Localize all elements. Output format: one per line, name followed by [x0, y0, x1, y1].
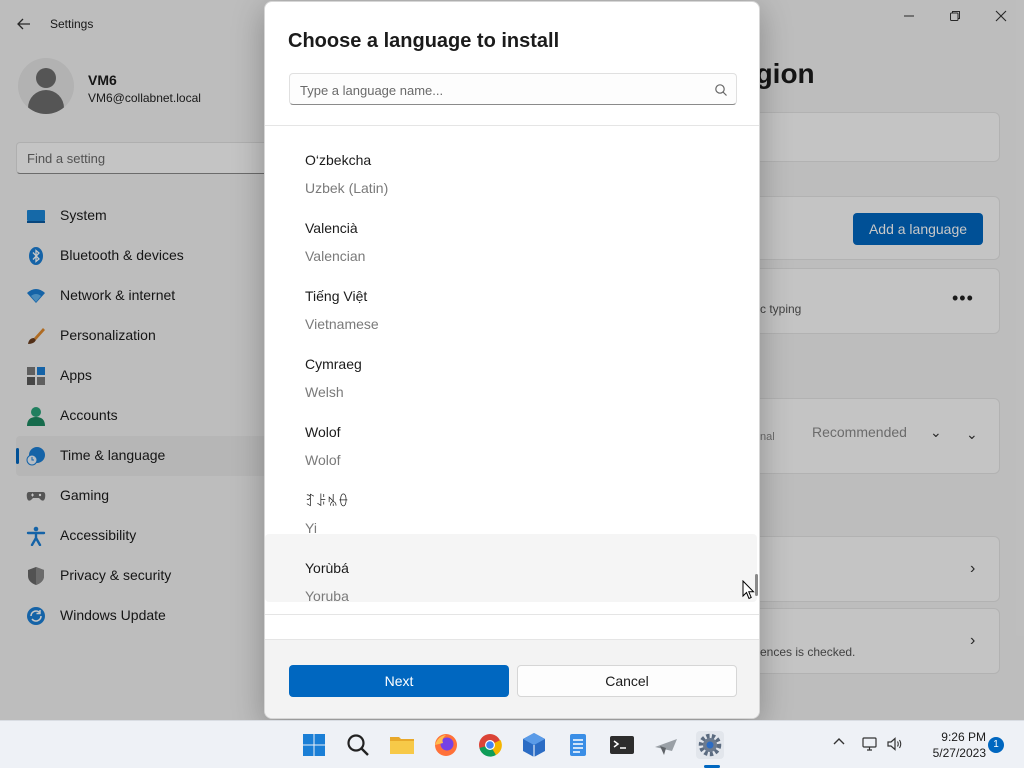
language-search-input[interactable] — [300, 80, 700, 100]
network-monitor-icon — [862, 737, 877, 751]
show-hidden-icons-button[interactable] — [832, 735, 846, 752]
chevron-up-icon — [833, 738, 845, 745]
language-native-name: ꆈꌠꁱꂷ — [305, 493, 349, 509]
gear-icon — [698, 733, 722, 757]
dialog-title: Choose a language to install — [288, 30, 560, 52]
divider — [265, 614, 759, 615]
next-button[interactable]: Next — [289, 665, 509, 697]
language-item-hovered[interactable]: Yorùbá Yoruba — [265, 534, 757, 604]
chrome-icon — [479, 734, 502, 757]
language-native-name: O‘zbekcha — [305, 152, 372, 168]
language-item[interactable]: Valencià Valencian — [265, 194, 757, 264]
terminal-button[interactable] — [608, 731, 636, 759]
plane-app-icon — [655, 739, 677, 755]
taskbar: 9:26 PM 5/27/2023 1 — [0, 720, 1024, 768]
search-icon — [715, 84, 727, 96]
language-item[interactable]: Tiếng Việt Vietnamese — [265, 262, 757, 332]
taskbar-search-button[interactable] — [344, 731, 372, 759]
clock-date: 5/27/2023 — [932, 746, 986, 760]
language-item[interactable]: O‘zbekcha Uzbek (Latin) — [265, 126, 757, 196]
language-english-name: Yoruba — [305, 588, 349, 604]
app-button[interactable] — [520, 731, 548, 759]
volume-tray-button[interactable] — [886, 735, 904, 753]
language-native-name: Wolof — [305, 424, 341, 440]
mouse-cursor-icon — [742, 580, 755, 600]
clock[interactable]: 9:26 PM 5/27/2023 — [916, 729, 986, 761]
search-icon — [347, 734, 369, 756]
language-list: O‘zbekcha Uzbek (Latin) Valencià Valenci… — [265, 126, 759, 614]
language-item[interactable]: Cymraeg Welsh — [265, 330, 757, 400]
clock-time: 9:26 PM — [941, 730, 986, 744]
notepad-icon — [570, 734, 586, 756]
language-item[interactable]: ꆈꌠꁱꂷ Yi — [265, 466, 757, 536]
terminal-icon — [610, 736, 634, 754]
language-native-name: Valencià — [305, 220, 358, 236]
dialog-footer: Next Cancel — [265, 639, 759, 718]
app-button[interactable] — [652, 731, 680, 759]
choose-language-dialog: Choose a language to install O‘zbekcha U… — [264, 1, 760, 719]
language-search-box[interactable] — [289, 73, 737, 105]
cancel-button[interactable]: Cancel — [517, 665, 737, 697]
start-button[interactable] — [300, 731, 328, 759]
language-item[interactable]: Wolof Wolof — [265, 398, 757, 468]
file-explorer-button[interactable] — [388, 731, 416, 759]
windows-logo-icon — [303, 734, 325, 756]
folder-icon — [390, 737, 414, 754]
notification-badge[interactable]: 1 — [988, 737, 1004, 753]
notepad-button[interactable] — [564, 731, 592, 759]
network-tray-button[interactable] — [862, 735, 880, 753]
settings-taskbar-button[interactable] — [696, 731, 724, 759]
speaker-icon — [887, 737, 902, 751]
language-native-name: Yorùbá — [305, 560, 349, 576]
chrome-button[interactable] — [476, 731, 504, 759]
language-native-name: Tiếng Việt — [305, 288, 368, 304]
firefox-icon — [435, 734, 457, 756]
cube-app-icon — [523, 733, 545, 757]
firefox-button[interactable] — [432, 731, 460, 759]
language-native-name: Cymraeg — [305, 356, 362, 372]
